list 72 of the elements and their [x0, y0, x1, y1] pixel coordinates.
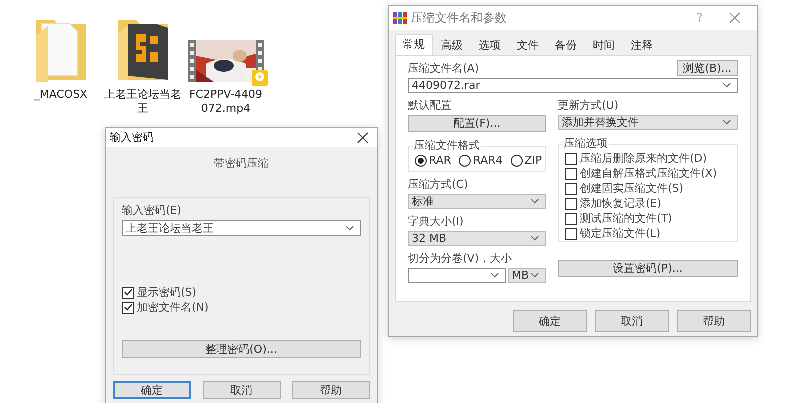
group-label: 压缩选项 [563, 138, 609, 150]
dialog-button[interactable]: 帮助 [677, 310, 751, 332]
field-label: 输入密码(E) [122, 204, 183, 218]
checkbox-label: 添加恢复记录(E) [580, 196, 662, 211]
field-label: 更新方式(U) [558, 99, 620, 113]
checkbox[interactable] [565, 168, 577, 180]
checkbox-label: 锁定压缩文件(L) [580, 226, 661, 241]
checkbox[interactable] [565, 182, 577, 194]
browse-button[interactable]: 浏览(B)... [677, 60, 738, 76]
window-title: 压缩文件名和参数 [411, 10, 507, 26]
field-label: 切分为分卷(V)，大小 [408, 252, 514, 266]
field-label: 字典大小(I) [408, 215, 465, 229]
play-badge-icon [252, 70, 268, 86]
radio-button[interactable] [459, 154, 472, 166]
radio-button[interactable] [415, 154, 427, 166]
checkbox[interactable] [565, 228, 577, 240]
archive-name-field[interactable]: 4409072.rar [408, 78, 738, 93]
dictionary-dropdown[interactable]: 32 MB [408, 231, 546, 246]
film-strip-icon [188, 40, 196, 82]
checkbox-label: 加密文件名(N) [137, 300, 209, 315]
dialog-heading: 带密码压缩 [214, 156, 269, 171]
field-label: 压缩文件名(A) [408, 62, 480, 76]
unit-dropdown[interactable]: MB [508, 268, 546, 283]
checkbox-label: 显示密码(S) [137, 285, 197, 300]
tab[interactable]: 时间 [585, 36, 623, 55]
chevron-icon [531, 236, 539, 241]
field-label: 默认配置 [408, 99, 453, 113]
checkbox[interactable] [122, 302, 134, 314]
app-icon [393, 12, 407, 24]
checkbox[interactable] [565, 152, 577, 164]
chevron-icon [723, 83, 731, 88]
tab[interactable]: 选项 [471, 36, 509, 55]
set-password-button[interactable]: 设置密码(P)... [558, 260, 738, 277]
tab[interactable]: 文件 [509, 36, 547, 55]
tab[interactable]: 注释 [623, 36, 661, 55]
dialog-button[interactable]: 确定 [513, 310, 587, 332]
chevron-icon [491, 273, 499, 278]
file-name[interactable]: FC2PPV-4409072.mp4 [186, 88, 266, 116]
password-field[interactable]: 上老王论坛当老王 [122, 220, 361, 236]
profile-button[interactable]: 配置(F)... [408, 115, 546, 132]
checkbox[interactable] [122, 286, 134, 298]
chevron-icon [531, 273, 539, 278]
checkbox-label: 创建自解压格式压缩文件(X) [580, 166, 718, 181]
checkbox-label: 测试压缩的文件(T) [580, 211, 672, 226]
method-dropdown[interactable]: 标准 [408, 194, 546, 209]
radio-button[interactable] [510, 154, 523, 166]
dialog-button[interactable]: 取消 [595, 310, 669, 332]
chevron-icon [723, 120, 731, 125]
radio-label: RAR4 [473, 154, 503, 167]
group-label: 压缩文件格式 [413, 140, 481, 152]
chevron-icon [531, 199, 539, 204]
volume-size-field[interactable] [408, 268, 506, 283]
radio-label: ZIP [524, 154, 542, 167]
chevron-icon [346, 226, 354, 230]
close-icon[interactable] [357, 132, 369, 144]
organize-passwords-button[interactable]: 整理密码(O)... [122, 340, 361, 358]
update-mode-dropdown[interactable]: 添加并替换文件 [558, 115, 738, 130]
dialog-button[interactable]: 确定 [113, 381, 191, 399]
dialog-button[interactable]: 取消 [202, 381, 280, 399]
checkbox-label: 创建固实压缩文件(S) [580, 181, 684, 196]
field-label: 压缩方式(C) [408, 178, 470, 192]
checkbox-label: 压缩后删除原来的文件(D) [580, 151, 708, 166]
radio-label: RAR [429, 154, 452, 167]
checkbox[interactable] [565, 198, 577, 210]
dialog-button[interactable]: 帮助 [292, 381, 370, 399]
tab[interactable]: 备份 [547, 36, 585, 55]
window-title: 输入密码 [110, 130, 155, 145]
file-name[interactable]: _MACOSX [21, 88, 101, 102]
tab[interactable]: 高级 [433, 36, 471, 55]
tab[interactable]: 常规 [395, 34, 433, 55]
checkbox[interactable] [565, 212, 577, 224]
file-name[interactable]: 上老王论坛当老王 [103, 88, 183, 116]
